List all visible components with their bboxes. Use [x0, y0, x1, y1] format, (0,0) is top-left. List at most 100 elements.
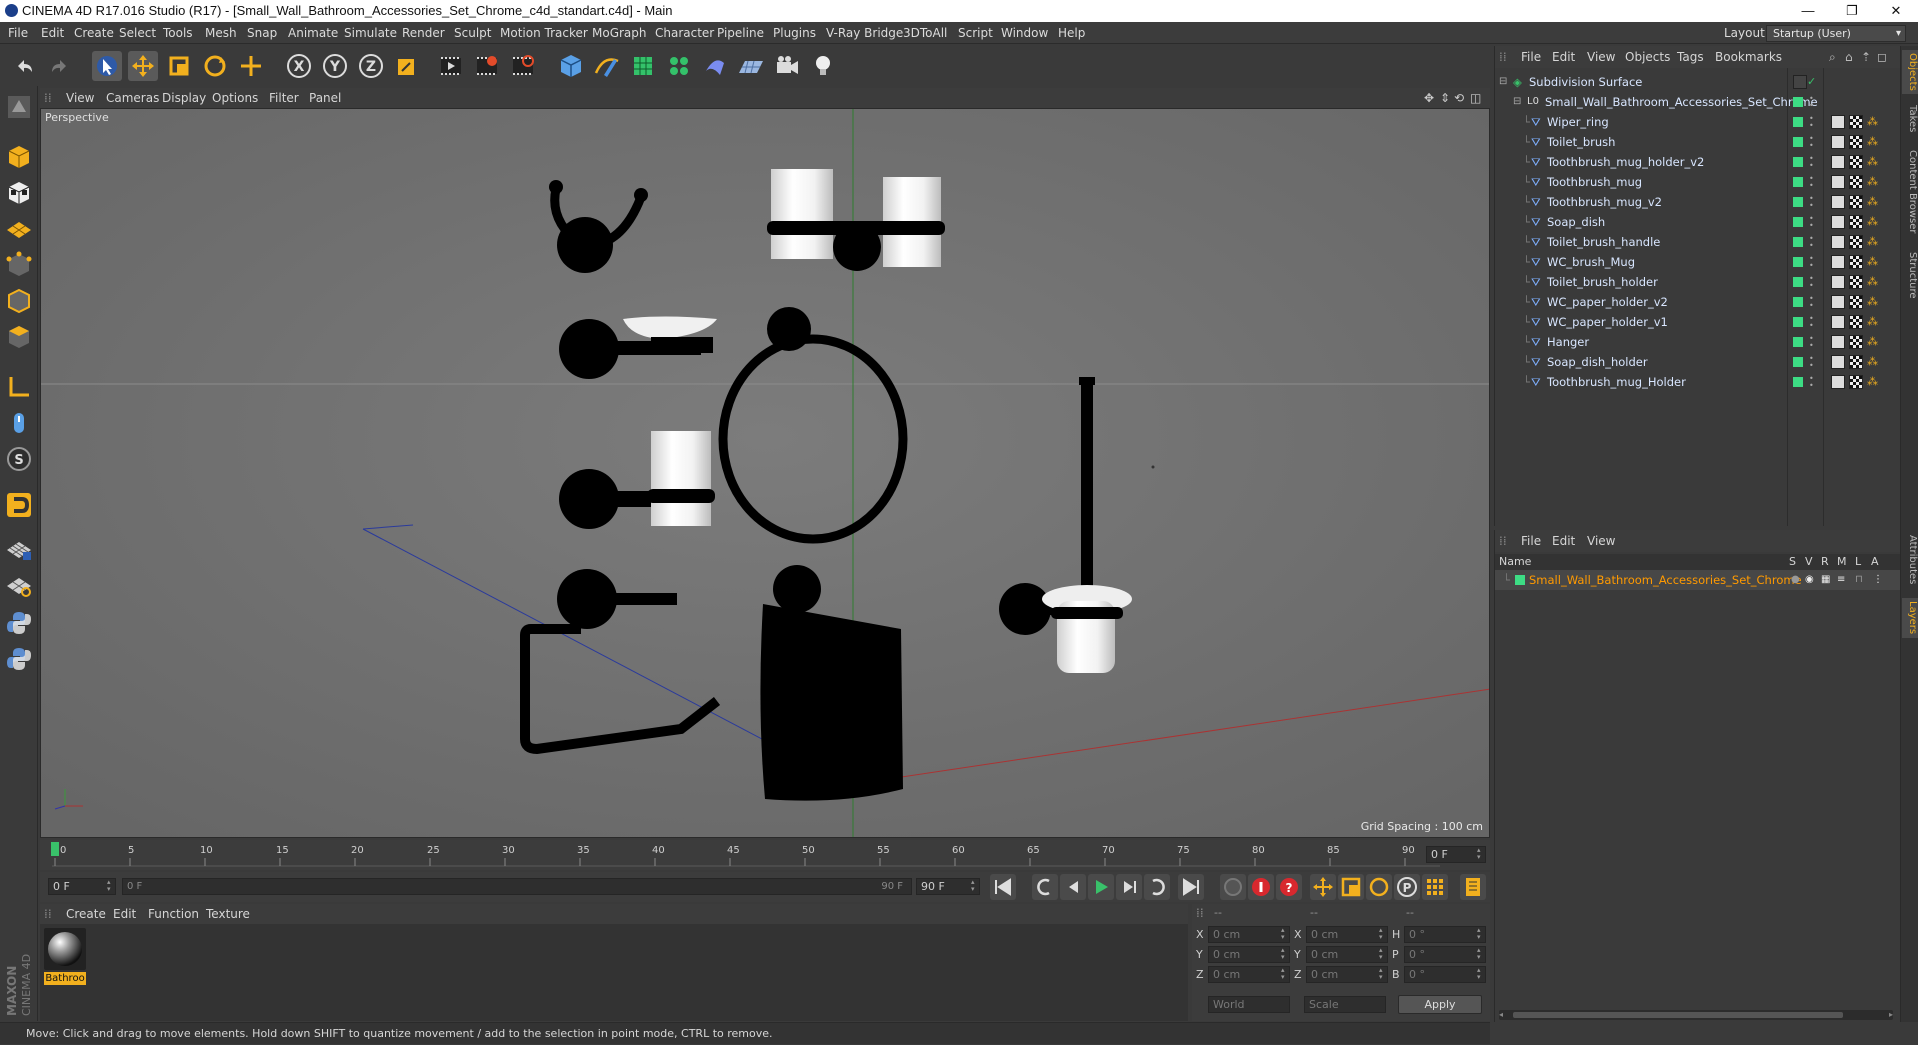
python-generator-icon[interactable]	[4, 644, 34, 674]
object-row-child[interactable]: └ ⛛ Soap_dish • • ⁂	[1495, 212, 1901, 232]
texture-tag-icon[interactable]	[1831, 175, 1845, 189]
visibility-dots-icon[interactable]: • •	[1809, 375, 1814, 390]
scale-icon[interactable]	[164, 51, 194, 81]
layers-menu-file[interactable]: File	[1521, 530, 1541, 552]
layers-menu-view[interactable]: View	[1587, 530, 1615, 552]
tab-layers[interactable]: Layers	[1902, 598, 1918, 638]
menu-create[interactable]: Create	[74, 22, 114, 44]
object-row-child[interactable]: └ ⛛ Toilet_brush_handle • • ⁂	[1495, 232, 1901, 252]
layer-manager-icon[interactable]: ≡	[1837, 570, 1845, 590]
key-scale-icon[interactable]	[1338, 874, 1364, 900]
autokey-icon[interactable]	[1248, 874, 1274, 900]
rot-h-field[interactable]: 0 °	[1404, 926, 1486, 943]
phong-tag-icon[interactable]: ⁂	[1867, 252, 1878, 272]
menu-select[interactable]: Select	[119, 22, 156, 44]
visibility-dots-icon[interactable]: • •	[1809, 235, 1814, 250]
objects-menu-edit[interactable]: Edit	[1552, 46, 1575, 68]
layers-menu-edit[interactable]: Edit	[1552, 530, 1575, 552]
objects-menu-view[interactable]: View	[1587, 46, 1615, 68]
timeline-window-icon[interactable]	[1460, 874, 1486, 900]
spline-pen-icon[interactable]	[592, 51, 622, 81]
phong-tag-icon[interactable]: ⁂	[1867, 112, 1878, 132]
texture-tag-icon[interactable]	[1831, 375, 1845, 389]
material-tag-icon[interactable]	[1849, 135, 1863, 149]
visibility-dots-icon[interactable]: • •	[1809, 215, 1814, 230]
viewport-nav-move-icon[interactable]: ✥	[1424, 88, 1434, 108]
axis-mode-icon[interactable]	[4, 214, 34, 244]
layer-row[interactable]: └ Small_Wall_Bathroom_Accessories_Set_Ch…	[1495, 570, 1901, 590]
material-tag-icon[interactable]	[1849, 235, 1863, 249]
layer-lock-icon[interactable]: ⊓	[1855, 570, 1863, 590]
solo-icon[interactable]	[4, 570, 34, 600]
menu-simulate[interactable]: Simulate	[344, 22, 397, 44]
panel-grip[interactable]: ⁞⁞	[1499, 46, 1507, 68]
phong-tag-icon[interactable]: ⁂	[1867, 232, 1878, 252]
close-button[interactable]: ✕	[1874, 0, 1918, 22]
render-view-icon[interactable]	[436, 51, 466, 81]
texture-tag-icon[interactable]	[1831, 215, 1845, 229]
y-axis-icon[interactable]: Y	[320, 51, 350, 81]
menu-tools[interactable]: Tools	[163, 22, 193, 44]
menu-window[interactable]: Window	[1001, 22, 1048, 44]
visibility-dots-icon[interactable]: • •	[1809, 335, 1814, 350]
cloner-icon[interactable]	[664, 51, 694, 81]
end-frame-field[interactable]: 90 F	[916, 878, 980, 895]
scroll-up-icon[interactable]: ⇡	[1861, 46, 1871, 68]
object-row-child[interactable]: └ ⛛ WC_brush_Mug • • ⁂	[1495, 252, 1901, 272]
layer-color-swatch[interactable]	[1515, 575, 1525, 585]
material-tag-icon[interactable]	[1849, 215, 1863, 229]
layer-col-manager[interactable]: M	[1837, 554, 1847, 570]
go-to-end-icon[interactable]	[1178, 874, 1204, 900]
enable-axis-icon[interactable]	[4, 372, 34, 402]
viewport-nav-zoom-icon[interactable]: ⇕	[1440, 88, 1450, 108]
menu-pipeline[interactable]: Pipeline	[717, 22, 764, 44]
start-frame-field[interactable]: 0 F	[48, 878, 116, 895]
menu-script[interactable]: Script	[958, 22, 993, 44]
phong-tag-icon[interactable]: ⁂	[1867, 272, 1878, 292]
last-tool-icon[interactable]	[236, 51, 266, 81]
visibility-dots-icon[interactable]: • •	[1809, 315, 1814, 330]
scroll-left-icon[interactable]: ◂	[1499, 1010, 1503, 1020]
viewport-menu-panel[interactable]: Panel	[309, 88, 341, 108]
texture-tag-icon[interactable]	[1831, 235, 1845, 249]
next-frame-icon[interactable]	[1116, 874, 1142, 900]
panel-grip[interactable]: ⁞⁞	[1196, 906, 1204, 920]
menu-render[interactable]: Render	[402, 22, 445, 44]
viewport-maximize-icon[interactable]: ◫	[1470, 88, 1481, 108]
visibility-dots-icon[interactable]: • •	[1809, 175, 1814, 190]
phong-tag-icon[interactable]: ⁂	[1867, 372, 1878, 392]
visibility-dots-icon[interactable]: • •	[1809, 255, 1814, 270]
pos-x-field[interactable]: 0 cm	[1208, 926, 1290, 943]
viewport-menu-display[interactable]: Display	[162, 88, 206, 108]
size-mode-select[interactable]: Scale	[1304, 996, 1386, 1013]
go-to-start-icon[interactable]	[990, 874, 1016, 900]
scroll-thumb[interactable]	[1513, 1012, 1843, 1018]
material-tag-icon[interactable]	[1849, 315, 1863, 329]
polygons-mode-icon[interactable]	[4, 322, 34, 352]
tab-content-browser[interactable]: Content Browser	[1902, 144, 1918, 240]
size-z-field[interactable]: 0 cm	[1306, 966, 1388, 983]
key-parameter-icon[interactable]: P	[1394, 874, 1420, 900]
layout-select[interactable]: Startup (User)	[1766, 25, 1906, 42]
object-row-child[interactable]: └ ⛛ WC_paper_holder_v1 • • ⁂	[1495, 312, 1901, 332]
3d-viewport[interactable]: Perspective Grid Spacing : 100 cm	[40, 108, 1490, 838]
layer-col-view[interactable]: V	[1805, 554, 1813, 570]
object-row-child[interactable]: └ ⛛ Toothbrush_mug_holder_v2 • • ⁂	[1495, 152, 1901, 172]
layer-render-icon[interactable]: ▦	[1821, 570, 1830, 590]
visibility-dots-icon[interactable]: • •	[1809, 295, 1814, 310]
python-icon[interactable]	[4, 608, 34, 638]
layer-horizontal-scrollbar[interactable]: ◂ ▸	[1499, 1010, 1893, 1020]
edges-mode-icon[interactable]	[4, 286, 34, 316]
previous-frame-icon[interactable]	[1060, 874, 1086, 900]
live-selection-icon[interactable]	[92, 51, 122, 81]
layer-col-solo[interactable]: S	[1789, 554, 1796, 570]
material-tag-icon[interactable]	[1849, 195, 1863, 209]
phong-tag-icon[interactable]: ⁂	[1867, 152, 1878, 172]
floor-icon[interactable]	[736, 51, 766, 81]
phong-tag-icon[interactable]: ⁂	[1867, 332, 1878, 352]
object-row-child[interactable]: └ ⛛ Toothbrush_mug_Holder • • ⁂	[1495, 372, 1901, 392]
objects-menu-file[interactable]: File	[1521, 46, 1541, 68]
render-picture-viewer-icon[interactable]	[472, 51, 502, 81]
scroll-right-icon[interactable]: ▸	[1889, 1010, 1893, 1020]
keyframe-help-icon[interactable]: ?	[1276, 874, 1302, 900]
